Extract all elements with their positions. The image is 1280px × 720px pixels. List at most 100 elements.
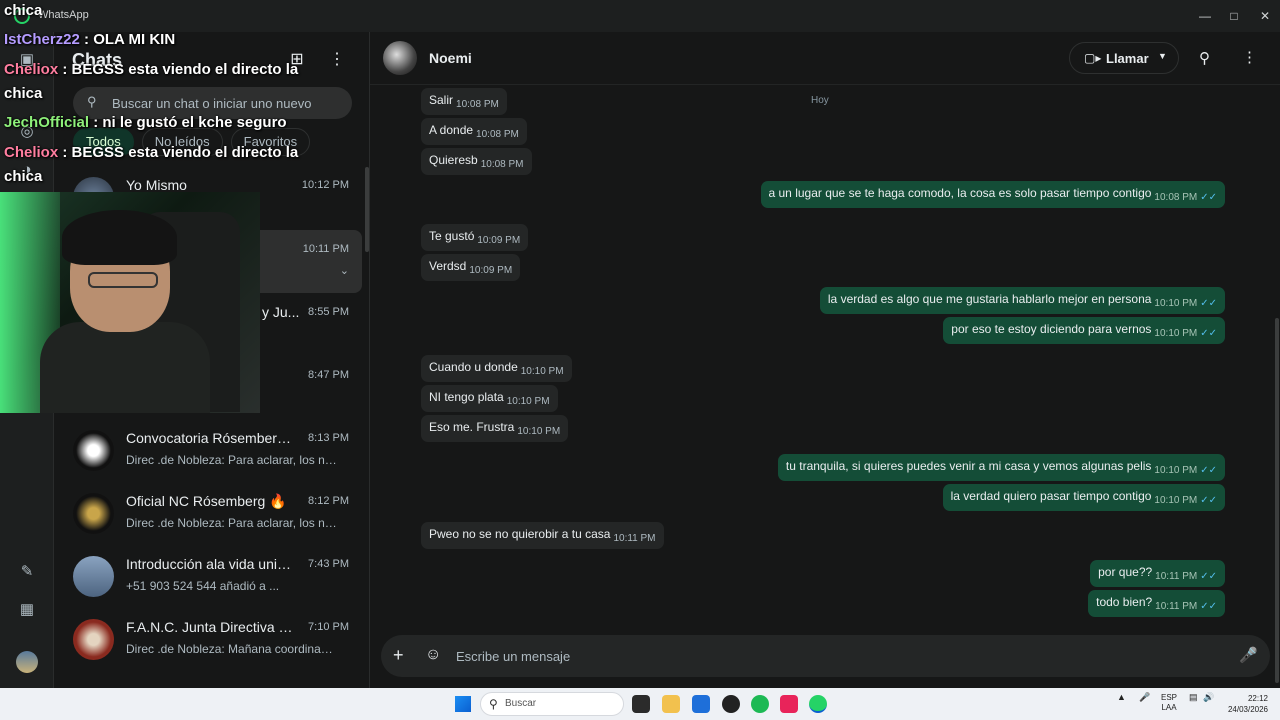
network-icon[interactable]: ▤ [1189,692,1198,703]
message-time: 10:10 PM [517,426,561,437]
stream-chat-line: IstCherz22 : OLA MI KIN [4,31,175,48]
chat-time: 8:12 PM [308,495,349,507]
stream-chat-user: IstCherz22 [4,31,80,48]
messages-scrollbar[interactable] [1275,318,1279,683]
stream-chat-user: Cheliox [4,61,59,78]
chat-item[interactable]: Introducción ala vida univer... 7:43 PM … [62,545,362,608]
incoming-message[interactable]: Eso me. Frustra 10:10 PM [421,415,569,442]
minimize-icon[interactable]: — [1190,4,1220,28]
chat-item[interactable]: Oficial NC Rósemberg 🔥 8:12 PM Direc .de… [62,482,362,545]
microphone-icon[interactable]: 🎤 [1239,646,1258,664]
spotify-icon[interactable] [751,695,769,713]
menu-icon[interactable]: ⋮ [1242,48,1257,66]
taskbar-search-label: Buscar [505,698,537,709]
chat-item[interactable]: Convocatoria Rósemberg ... 8:13 PM Direc… [62,419,362,482]
message-time: 10:10 PM [1154,328,1198,339]
close-icon[interactable]: ✕ [1250,4,1280,28]
maximize-icon[interactable]: □ [1219,4,1249,28]
attach-plus-icon[interactable]: + [393,645,404,666]
incoming-message[interactable]: Quieresb 10:08 PM [421,148,532,175]
message-text: todo bien? [1096,595,1153,609]
starred-icon[interactable]: ✎ [17,562,37,582]
outgoing-message[interactable]: la verdad es algo que me gustaria hablar… [819,287,1225,314]
message-time: 10:09 PM [469,265,513,276]
incoming-message[interactable]: NI tengo plata 10:10 PM [421,385,558,412]
outgoing-message[interactable]: tu tranquila, si quieres puedes venir a … [777,454,1225,481]
search-icon[interactable]: ⚲ [1199,49,1210,67]
stream-chat-user: JechOfficial [4,114,90,131]
chat-time: 10:12 PM [301,179,349,191]
incoming-message[interactable]: A donde 10:08 PM [421,118,527,145]
read-receipt-icon: ✓✓ [1200,192,1217,203]
stream-chat-line: JechOfficial : ni le gustó el kche segur… [4,114,287,131]
taskbar-search[interactable]: ⚲ Buscar [480,692,624,716]
chat-name: Introducción ala vida univer... [126,556,294,572]
message-text: por que?? [1098,565,1153,579]
chat-name: Oficial NC Rósemberg 🔥 [126,493,287,509]
outgoing-message[interactable]: a un lugar que se te haga comodo, la cos… [760,181,1225,208]
tiktok-icon[interactable] [780,695,798,713]
tray-chevron-icon[interactable]: ▲ [1117,692,1126,702]
message-time: 10:11 PM [1155,571,1198,582]
file-explorer-icon[interactable] [662,695,680,713]
whatsapp-taskbar-icon[interactable] [809,695,827,713]
chat-search-input[interactable] [112,93,342,113]
outgoing-message[interactable]: por eso te estoy diciendo para vernos 10:… [943,317,1225,344]
outgoing-message[interactable]: la verdad quiero pasar tiempo contigo 10:… [942,484,1225,511]
message-input[interactable] [456,646,1216,666]
language-code: ESP [1161,693,1178,702]
chat-preview: Direc .de Nobleza: Mañana coordinam... [126,642,340,656]
microphone-tray-icon[interactable]: 🎤 [1139,692,1150,703]
message-text: Pweo no se no quierobir a tu casa [429,527,611,541]
message-text: la verdad quiero pasar tiempo contigo [950,489,1152,503]
message-text: a un lugar que se te haga comodo, la cos… [768,186,1152,200]
message-time: 10:10 PM [1154,298,1198,309]
taskbar: ⚲ Buscar ▲ 🎤 ESP LAA ▤ 🔊 22:12 24/03/2026 [0,688,1280,720]
clock[interactable]: 22:12 24/03/2026 [1224,693,1268,715]
incoming-message[interactable]: Verdsd 10:09 PM [421,254,521,281]
message-time: 10:11 PM [613,533,656,544]
message-text: tu tranquila, si quieres puedes venir a … [785,459,1152,473]
incoming-message[interactable]: Pweo no se no quierobir a tu casa 10:11 P… [421,522,664,549]
incoming-message[interactable]: Salir 10:08 PM [421,88,507,115]
obs-icon[interactable] [722,695,740,713]
message-time: 10:10 PM [1154,465,1198,476]
chat-time: 8:55 PM [308,306,349,318]
outgoing-message[interactable]: todo bien? 10:11 PM ✓✓ [1088,590,1225,617]
profile-avatar[interactable] [16,651,38,673]
outgoing-message[interactable]: por que?? 10:11 PM ✓✓ [1090,560,1225,587]
call-button[interactable]: ▢▸ Llamar ▼ [1069,42,1179,74]
read-receipt-icon: ✓✓ [1200,328,1217,339]
windows-start-icon[interactable] [455,696,471,712]
chat-list-scrollbar[interactable] [365,167,369,252]
volume-icon[interactable]: 🔊 [1203,692,1214,703]
keyboard-layout: LAA [1161,703,1177,712]
chat-time: 7:10 PM [308,621,349,633]
video-camera-icon: ▢▸ [1084,51,1102,65]
clock-time: 22:12 [1247,694,1268,703]
streamer-body [40,322,210,413]
contact-name[interactable]: Noemi [429,50,472,66]
message-text: Quieresb [429,153,478,167]
media-icon[interactable]: ▦ [17,600,37,620]
stream-chat-text: : BEGSS esta viendo el directo la [62,144,299,161]
sticker-icon[interactable]: ☺ [425,646,441,664]
chat-time: 8:13 PM [308,432,349,444]
task-view-icon[interactable] [632,695,650,713]
contact-avatar[interactable] [383,41,417,75]
incoming-message[interactable]: Te gustó 10:09 PM [421,224,529,251]
message-text: Te gustó [429,229,475,243]
read-receipt-icon: ✓✓ [1200,298,1217,309]
language-indicator[interactable]: ESP LAA [1161,693,1177,713]
store-icon[interactable] [692,695,710,713]
incoming-message[interactable]: Cuando u donde 10:10 PM [421,355,572,382]
stream-chat-text: : ni le gustó el kche seguro [93,114,287,131]
read-receipt-icon: ✓✓ [1200,495,1217,506]
search-icon: ⚲ [87,94,97,109]
chevron-down-icon[interactable]: ⌄ [340,264,349,277]
conversation-header: Noemi ▢▸ Llamar ▼ ⚲ ⋮ [370,32,1280,85]
chat-item[interactable]: F.A.N.C. Junta Directiva ✨ 7:10 PM Direc… [62,608,362,671]
chat-time: 10:11 PM [302,243,349,255]
menu-icon[interactable]: ⋮ [327,49,347,69]
stream-chat-text: chica [4,168,43,185]
